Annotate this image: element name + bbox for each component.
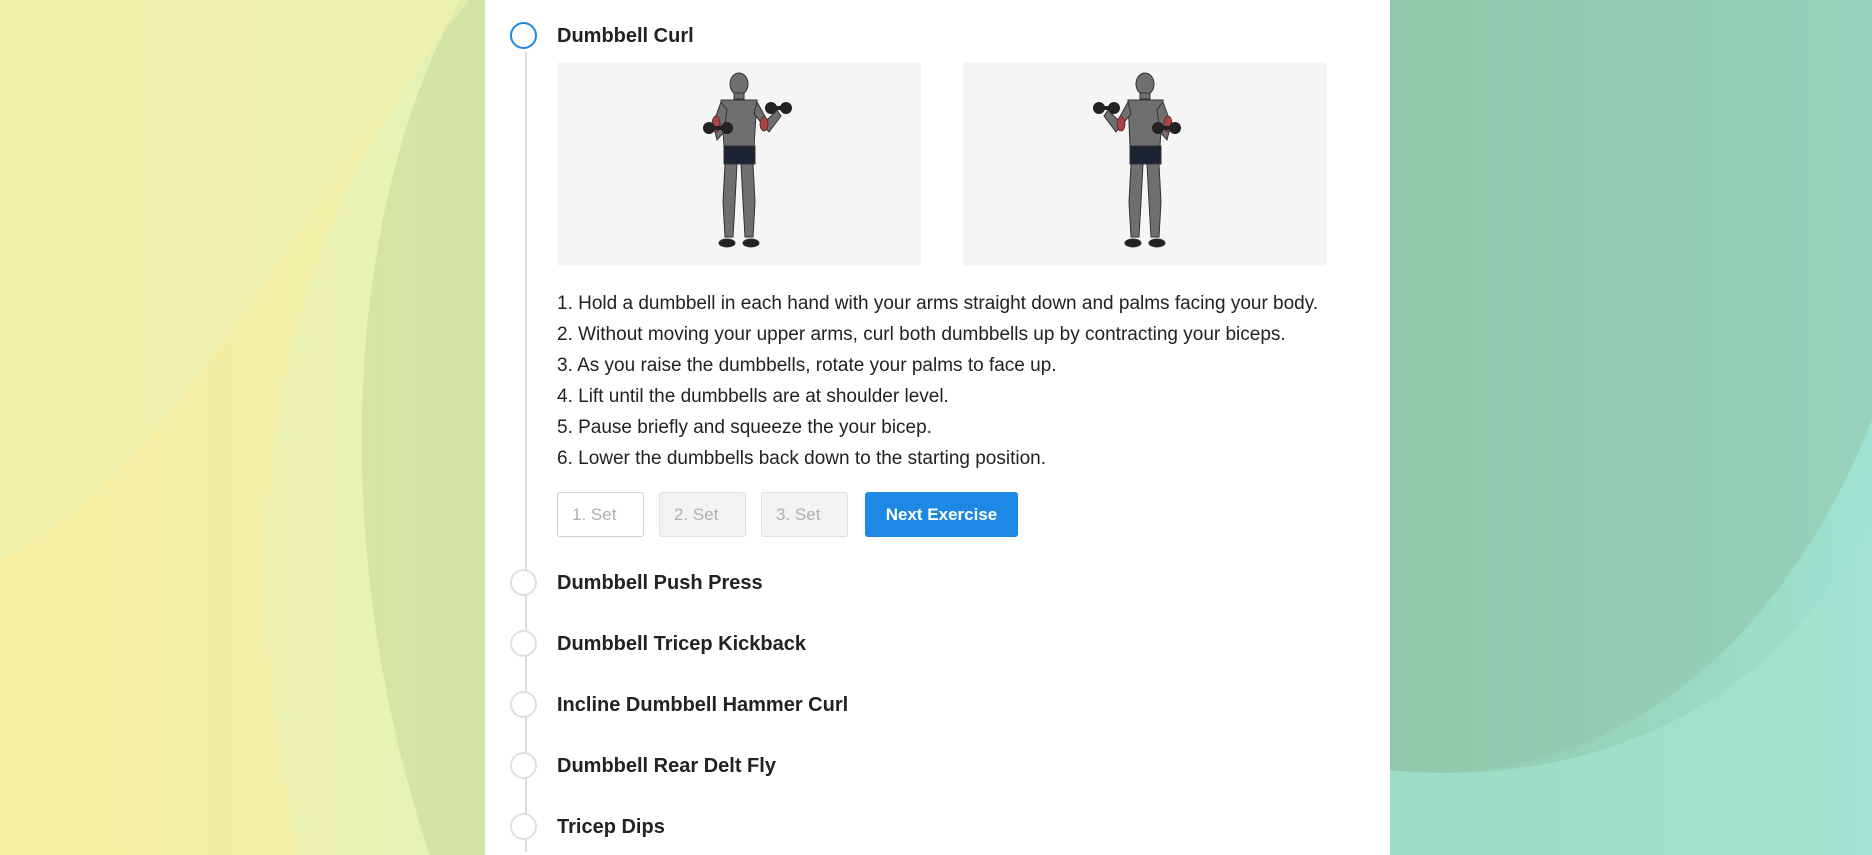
dumbbell-curl-start-figure-icon — [703, 72, 792, 248]
instruction-item: 5. Pause briefly and squeeze the your bi… — [557, 417, 932, 438]
set-1-input[interactable] — [557, 492, 644, 537]
set-3-input — [761, 492, 848, 537]
step-circle-icon — [510, 691, 537, 718]
dumbbell-curl-end-figure-icon — [1093, 72, 1181, 248]
instruction-item: 1. Hold a dumbbell in each hand with you… — [557, 293, 1319, 314]
exercise-title: Incline Dumbbell Hammer Curl — [557, 694, 849, 716]
instruction-item: 6. Lower the dumbbells back down to the … — [557, 448, 1047, 469]
step-circle-icon — [510, 569, 537, 596]
exercise-image-start — [557, 62, 921, 266]
step-circle-active-icon — [510, 22, 537, 49]
exercise-image-end — [963, 62, 1327, 266]
instruction-list: 1. Hold a dumbbell in each hand with you… — [557, 288, 1318, 474]
set-2-input — [659, 492, 746, 537]
instruction-item: 3. As you raise the dumbbells, rotate yo… — [557, 355, 1057, 376]
step-circle-icon — [510, 813, 537, 840]
exercise-title: Dumbbell Rear Delt Fly — [557, 755, 776, 777]
exercise-images — [557, 62, 1327, 266]
exercise-title: Dumbbell Push Press — [557, 572, 763, 594]
exercise-title: Dumbbell Curl — [557, 25, 694, 47]
instruction-item: 2. Without moving your upper arms, curl … — [557, 324, 1286, 345]
exercise-title: Tricep Dips — [557, 816, 665, 838]
exercise-title: Dumbbell Tricep Kickback — [557, 633, 806, 655]
step-circle-icon — [510, 752, 537, 779]
timeline-line — [525, 52, 527, 852]
workout-panel: Dumbbell Curl 1. Hold a dumbbell in each… — [485, 0, 1390, 855]
next-exercise-button[interactable]: Next Exercise — [865, 492, 1018, 537]
instruction-item: 4. Lift until the dumbbells are at shoul… — [557, 386, 949, 407]
step-circle-icon — [510, 630, 537, 657]
